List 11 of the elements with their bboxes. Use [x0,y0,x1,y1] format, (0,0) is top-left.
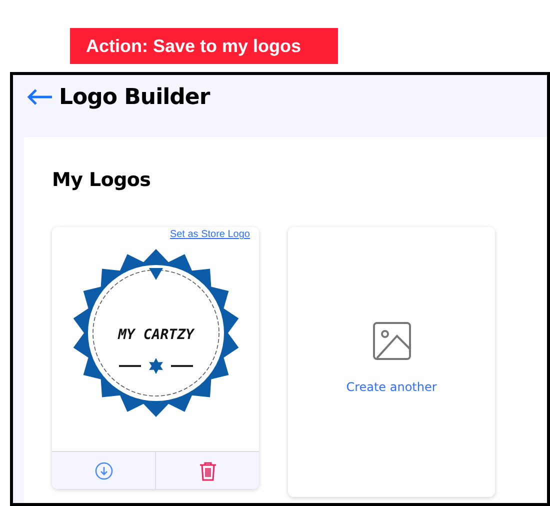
delete-button[interactable] [155,452,259,489]
download-icon [94,462,112,480]
page-title: Logo Builder [59,84,210,110]
back-arrow-icon[interactable] [27,89,53,105]
trash-icon [198,460,216,480]
create-another-link[interactable]: Create another [346,380,437,394]
action-banner: Action: Save to my logos [70,28,338,64]
badge-logo-drawing: MY CARTZY [70,248,240,418]
section-title: My Logos [52,169,152,191]
set-store-logo-link[interactable]: Set as Store Logo [170,229,250,240]
image-icon [372,322,410,360]
